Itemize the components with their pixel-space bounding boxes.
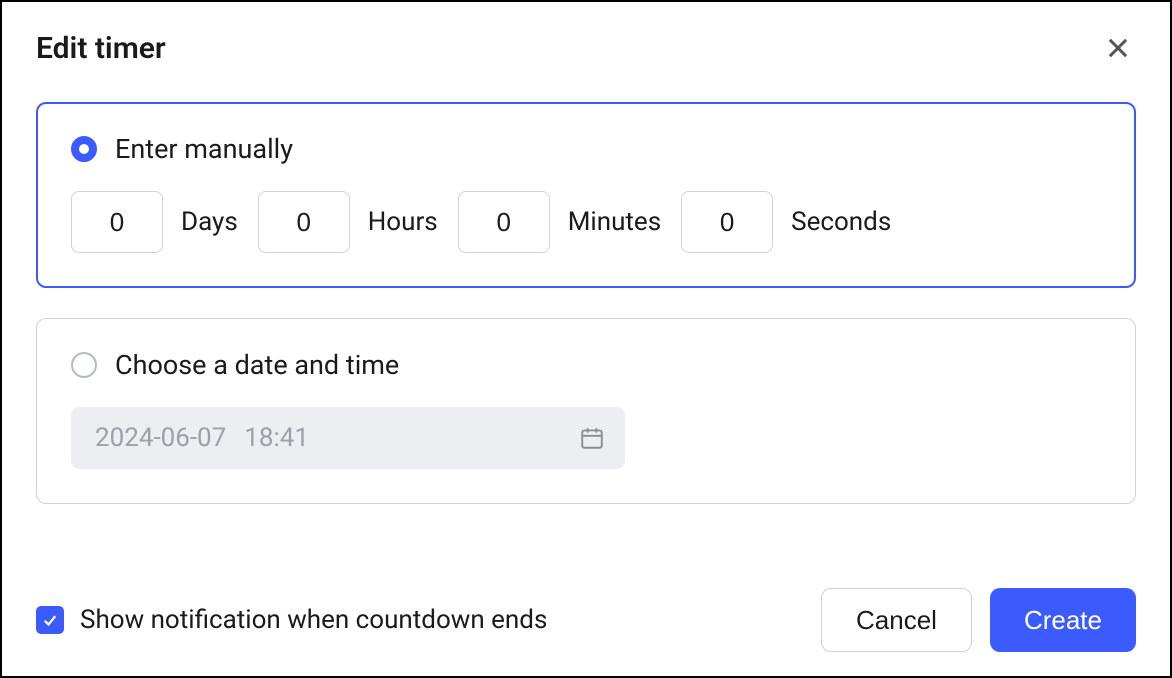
checkmark-icon (41, 611, 59, 629)
footer-buttons: Cancel Create (821, 588, 1136, 652)
time-inputs: Days Hours Minutes Seconds (71, 191, 1101, 253)
seconds-label: Seconds (791, 207, 891, 237)
minutes-label: Minutes (568, 207, 661, 237)
datetime-date: 2024-06-07 (95, 423, 226, 453)
notification-checkbox[interactable] (36, 606, 64, 634)
notification-checkbox-row[interactable]: Show notification when countdown ends (36, 605, 547, 635)
datetime-time: 18:41 (244, 423, 309, 453)
dialog-footer: Show notification when countdown ends Ca… (36, 588, 1136, 652)
edit-timer-dialog: Edit timer Enter manually Days Hours Min… (0, 0, 1172, 678)
dialog-header: Edit timer (36, 30, 1136, 66)
close-icon (1104, 34, 1132, 62)
seconds-field: Seconds (681, 191, 891, 253)
datetime-option-box: Choose a date and time 2024-06-07 18:41 (36, 318, 1136, 504)
datetime-picker[interactable]: 2024-06-07 18:41 (71, 407, 625, 469)
manual-radio-label: Enter manually (115, 133, 293, 165)
dialog-title: Edit timer (36, 31, 166, 66)
hours-field: Hours (258, 191, 438, 253)
close-button[interactable] (1100, 30, 1136, 66)
notification-label: Show notification when countdown ends (80, 605, 547, 635)
days-label: Days (181, 207, 238, 237)
cancel-button[interactable]: Cancel (821, 588, 972, 652)
manual-radio[interactable] (71, 136, 97, 162)
calendar-icon (579, 425, 605, 451)
create-button[interactable]: Create (990, 588, 1136, 652)
manual-radio-row[interactable]: Enter manually (71, 133, 1101, 165)
manual-option-box: Enter manually Days Hours Minutes Second… (36, 102, 1136, 288)
days-input[interactable] (71, 191, 163, 253)
days-field: Days (71, 191, 238, 253)
datetime-text: 2024-06-07 18:41 (95, 423, 309, 453)
hours-label: Hours (368, 207, 438, 237)
datetime-radio[interactable] (71, 352, 97, 378)
seconds-input[interactable] (681, 191, 773, 253)
datetime-radio-row[interactable]: Choose a date and time (71, 349, 1101, 381)
minutes-field: Minutes (458, 191, 661, 253)
datetime-radio-label: Choose a date and time (115, 349, 399, 381)
hours-input[interactable] (258, 191, 350, 253)
minutes-input[interactable] (458, 191, 550, 253)
